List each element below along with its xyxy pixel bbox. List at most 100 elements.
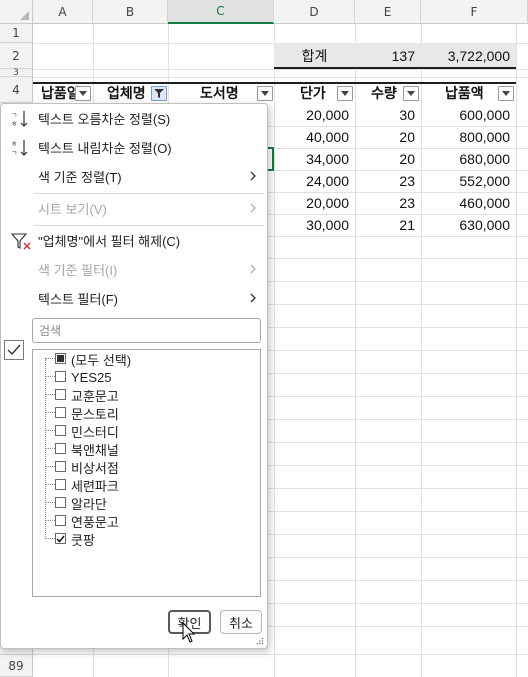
row-header-4[interactable]: 4 (0, 77, 33, 103)
column-header-e[interactable]: E (355, 0, 421, 24)
gridline (33, 654, 528, 655)
qty-cell[interactable]: 23 (355, 170, 421, 192)
filter-dropdown-button[interactable] (337, 86, 353, 101)
checkbox-partial[interactable] (55, 353, 66, 364)
column-letter: F (470, 4, 478, 19)
checkbox[interactable] (55, 515, 66, 526)
summary-amount: 3,722,000 (447, 48, 510, 64)
row-number: 3 (13, 67, 19, 78)
gridline (33, 77, 528, 78)
chevron-right-icon (250, 264, 256, 274)
amount-cell[interactable]: 800,000 (421, 126, 516, 148)
list-item-label: 교훈문고 (71, 388, 119, 404)
menu-sort-descending[interactable]: ㅎ ㄱ 텍스트 내림차순 정렬(O) (1, 133, 267, 161)
menu-sheet-view[interactable]: 시트 보기(V) (1, 194, 267, 222)
column-header-a[interactable]: A (33, 0, 93, 24)
list-item[interactable]: YES25 (33, 368, 260, 386)
summary-amount-cell[interactable]: 3,722,000 (421, 43, 516, 69)
menu-sort-by-color[interactable]: 색 기준 정렬(T) (1, 162, 267, 190)
checkbox[interactable] (55, 443, 66, 454)
checkbox[interactable] (55, 389, 66, 400)
filter-dropdown-button[interactable] (75, 86, 91, 101)
checkbox[interactable] (55, 461, 66, 472)
price-cell[interactable]: 20,000 (274, 192, 355, 214)
list-item[interactable]: 북앤채널 (33, 440, 260, 458)
filter-dropdown-button[interactable] (403, 86, 419, 101)
price-cell[interactable]: 24,000 (274, 170, 355, 192)
resize-grip-icon[interactable] (256, 637, 264, 645)
column-header-b[interactable]: B (93, 0, 168, 24)
price-cell[interactable]: 30,000 (274, 214, 355, 236)
list-item[interactable]: 연풍문고 (33, 512, 260, 530)
list-item-select-all[interactable]: (모두 선택) (33, 350, 260, 368)
checkbox[interactable] (55, 425, 66, 436)
qty-cell[interactable]: 20 (355, 148, 421, 170)
filter-dropdown-button[interactable] (257, 86, 273, 101)
checkbox[interactable] (55, 497, 66, 508)
price-cell[interactable]: 34,000 (274, 148, 355, 170)
menu-clear-filter[interactable]: "업체명"에서 필터 해제(C) (1, 226, 267, 254)
amount-cell[interactable]: 680,000 (421, 148, 516, 170)
amount-cell[interactable]: 552,000 (421, 170, 516, 192)
header-label: 납품액 (445, 85, 484, 101)
header-label: 납품일 (41, 85, 80, 101)
search-input[interactable] (32, 318, 261, 343)
column-header-d[interactable]: D (274, 0, 355, 24)
sort-ascending-icon: ㄱ ㅎ (11, 111, 28, 128)
qty-cell[interactable]: 21 (355, 214, 421, 236)
qty-cell[interactable]: 30 (355, 104, 421, 126)
checkbox[interactable] (55, 407, 66, 418)
row-header-89[interactable]: 89 (0, 654, 33, 677)
list-item[interactable]: 쿳팡 (33, 530, 260, 548)
list-item-label: 민스터디 (71, 424, 119, 440)
column-letter: C (216, 4, 225, 18)
row-header-3[interactable]: 3 (0, 67, 33, 78)
list-item-label: 문스토리 (71, 406, 119, 422)
list-item[interactable]: 민스터디 (33, 422, 260, 440)
select-all-corner[interactable] (0, 0, 33, 24)
clear-filter-icon (10, 233, 31, 250)
filter-active-button[interactable] (151, 86, 167, 101)
filter-value-list[interactable]: (모두 선택) YES25 교훈문고 문스토리 민스터디 북앤채널 비상서점 세… (32, 349, 261, 597)
menu-label: "업체명"에서 필터 해제(C) (38, 233, 181, 249)
list-item-label: (모두 선택) (71, 352, 132, 368)
list-item[interactable]: 문스토리 (33, 404, 260, 422)
summary-label-cell[interactable]: 합계 (274, 43, 355, 69)
list-item-label: 북앤채널 (71, 442, 119, 458)
chevron-down-icon (407, 91, 415, 96)
summary-qty-cell[interactable]: 137 (355, 43, 421, 69)
chevron-right-icon (250, 203, 256, 213)
list-item[interactable]: 교훈문고 (33, 386, 260, 404)
price-cell[interactable]: 40,000 (274, 126, 355, 148)
column-letter: A (58, 4, 67, 19)
qty-cell[interactable]: 23 (355, 192, 421, 214)
filter-dropdown-button[interactable] (498, 86, 514, 101)
list-item[interactable]: 세련파크 (33, 476, 260, 494)
qty-cell[interactable]: 20 (355, 126, 421, 148)
column-header-f[interactable]: F (421, 0, 528, 24)
row-header-1[interactable]: 1 (0, 24, 33, 43)
menu-filter-by-color[interactable]: 색 기준 필터(I) (1, 255, 267, 283)
amount-cell[interactable]: 600,000 (421, 104, 516, 126)
price-cell[interactable]: 20,000 (274, 104, 355, 126)
header-label: 수량 (371, 85, 397, 101)
column-letter: D (309, 4, 319, 19)
checkbox-checked[interactable] (55, 533, 66, 544)
list-item[interactable]: 알라단 (33, 494, 260, 512)
checkbox[interactable] (55, 479, 66, 490)
menu-sort-ascending[interactable]: ㄱ ㅎ 텍스트 오름차순 정렬(S) (1, 104, 267, 132)
cancel-button[interactable]: 취소 (220, 610, 262, 634)
menu-text-filter[interactable]: 텍스트 필터(F) (1, 284, 267, 312)
checkbox[interactable] (55, 371, 66, 382)
row-number: 89 (8, 658, 24, 673)
svg-text:ㄱ: ㄱ (11, 111, 17, 119)
row-number: 1 (12, 26, 20, 40)
row-header-2[interactable]: 2 (0, 43, 33, 69)
amount-cell[interactable]: 630,000 (421, 214, 516, 236)
column-letter: B (125, 4, 135, 19)
list-item[interactable]: 비상서점 (33, 458, 260, 476)
amount-cell[interactable]: 460,000 (421, 192, 516, 214)
list-item-label: 비상서점 (71, 460, 119, 476)
chevron-down-icon (79, 91, 87, 96)
column-header-c[interactable]: C (168, 0, 274, 24)
